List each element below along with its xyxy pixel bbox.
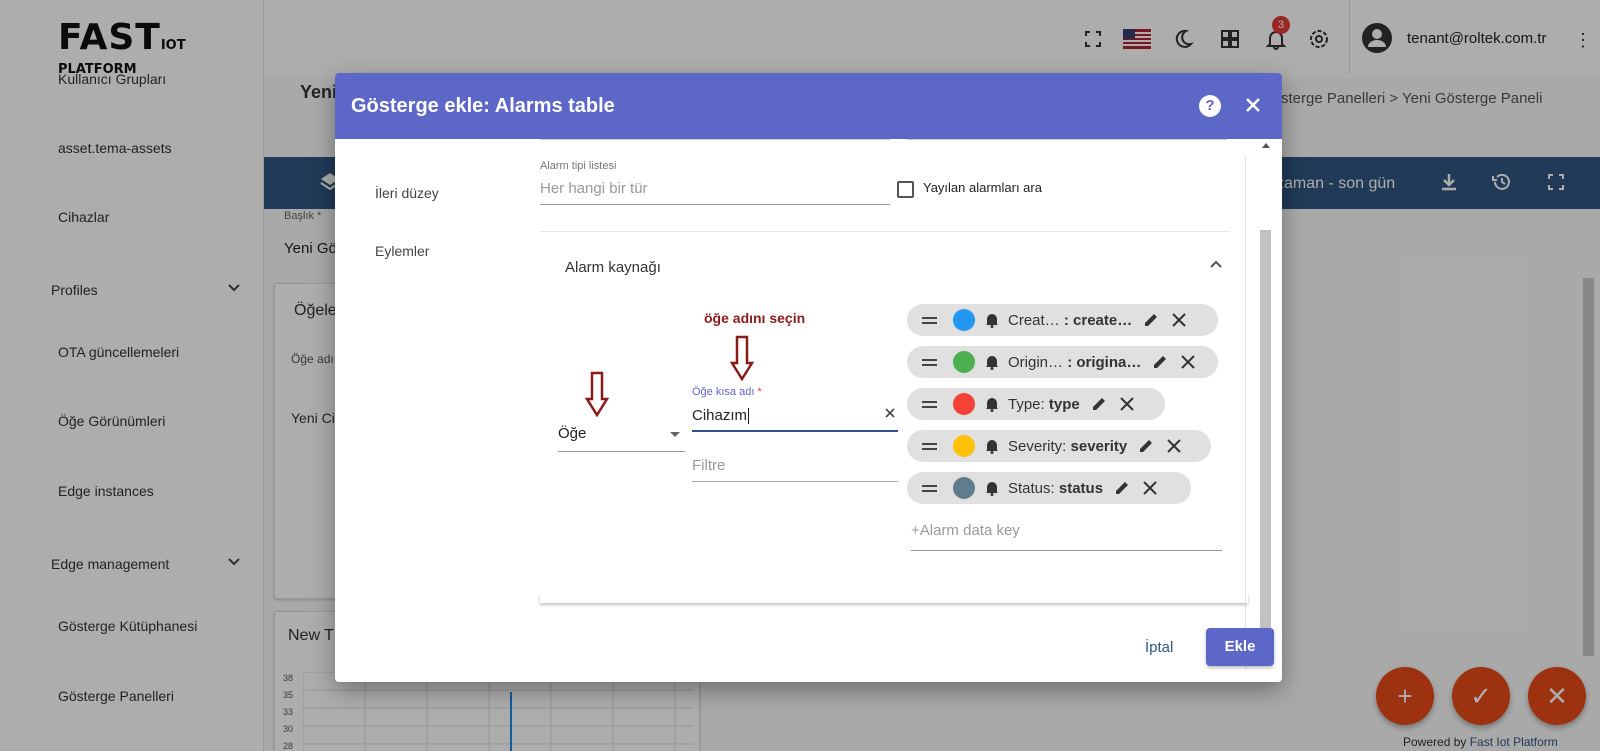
search-propagated-label[interactable]: Yayılan alarmları ara bbox=[923, 180, 1042, 195]
alarm-type-list-label: Alarm tipi listesi bbox=[540, 160, 617, 172]
data-key-chip[interactable]: Origin… : origina… bbox=[907, 346, 1218, 378]
add-widget-dialog: Gösterge ekle: Alarms table ? İleri düze… bbox=[335, 73, 1282, 682]
alarm-bell-icon bbox=[986, 440, 998, 454]
color-dot[interactable] bbox=[953, 477, 975, 499]
drag-handle-icon[interactable] bbox=[922, 400, 940, 408]
edit-icon[interactable] bbox=[1113, 479, 1131, 497]
filter-underline bbox=[692, 481, 898, 482]
add-key-underline bbox=[911, 550, 1222, 551]
data-key-name: Origin… bbox=[1008, 353, 1064, 371]
scrollbar-track[interactable] bbox=[1245, 157, 1246, 669]
data-key-name: Creat… bbox=[1008, 311, 1060, 329]
alarm-type-underline bbox=[540, 204, 890, 205]
data-key-value: type bbox=[1048, 395, 1080, 413]
remove-icon[interactable] bbox=[1118, 395, 1136, 413]
color-dot[interactable] bbox=[953, 435, 975, 457]
filter-input[interactable]: Filtre bbox=[692, 457, 725, 474]
clear-icon[interactable] bbox=[883, 406, 897, 420]
data-key-value: severity bbox=[1070, 437, 1128, 455]
data-key-chip[interactable]: Type: type bbox=[907, 388, 1165, 420]
divider bbox=[907, 139, 1227, 140]
alarm-type-input[interactable]: Her hangi bir tür bbox=[540, 180, 648, 197]
data-key-label: Origin… : origina… bbox=[1008, 354, 1141, 371]
color-dot[interactable] bbox=[953, 351, 975, 373]
entity-type-select[interactable]: Öğe bbox=[558, 425, 586, 442]
remove-icon[interactable] bbox=[1141, 479, 1159, 497]
help-icon[interactable]: ? bbox=[1199, 95, 1221, 117]
drag-handle-icon[interactable] bbox=[922, 358, 940, 366]
dialog-nav-actions[interactable]: Eylemler bbox=[375, 243, 429, 259]
data-key-chip[interactable]: Severity: severity bbox=[907, 430, 1211, 462]
required-marker: * bbox=[757, 386, 762, 398]
chevron-up-icon[interactable] bbox=[1207, 255, 1225, 273]
annotation-text: öğe adını seçin bbox=[704, 310, 806, 326]
scroll-up-arrow-icon[interactable] bbox=[1262, 143, 1270, 148]
entity-alias-input[interactable]: Cihazım bbox=[692, 407, 750, 425]
color-dot[interactable] bbox=[953, 393, 975, 415]
close-icon[interactable] bbox=[1241, 93, 1265, 117]
annotation-arrow-icon bbox=[585, 371, 609, 417]
entity-alias-label-text: Öğe kısa adı bbox=[692, 386, 755, 398]
entity-type-underline bbox=[558, 451, 685, 452]
divider bbox=[540, 231, 1230, 232]
annotation-arrow-icon bbox=[730, 335, 754, 381]
edit-icon[interactable] bbox=[1151, 353, 1169, 371]
dropdown-arrow-icon[interactable] bbox=[670, 432, 680, 437]
search-propagated-checkbox[interactable] bbox=[897, 181, 914, 198]
data-key-label: Severity: severity bbox=[1008, 438, 1127, 455]
data-key-name: Severity: bbox=[1008, 437, 1067, 455]
data-key-chip[interactable]: Status: status bbox=[907, 472, 1191, 504]
data-key-name: Type: bbox=[1008, 395, 1045, 413]
data-key-label: Status: status bbox=[1008, 480, 1103, 497]
cancel-button[interactable]: İptal bbox=[1145, 639, 1173, 656]
color-dot[interactable] bbox=[953, 309, 975, 331]
alarm-bell-icon bbox=[986, 398, 998, 412]
alarm-bell-icon bbox=[986, 314, 998, 328]
text-caret bbox=[748, 408, 750, 425]
scrollbar-thumb[interactable] bbox=[1260, 230, 1271, 654]
data-key-chip[interactable]: Creat… : create… bbox=[907, 304, 1218, 336]
remove-icon[interactable] bbox=[1170, 311, 1188, 329]
add-button[interactable]: Ekle bbox=[1206, 628, 1274, 666]
dialog-title: Gösterge ekle: Alarms table bbox=[351, 95, 615, 117]
data-key-value: status bbox=[1058, 479, 1104, 497]
entity-alias-label: Öğe kısa adı * bbox=[692, 386, 762, 398]
dialog-header: Gösterge ekle: Alarms table ? bbox=[335, 73, 1282, 139]
data-key-label: Type: type bbox=[1008, 396, 1080, 413]
alarm-source-title[interactable]: Alarm kaynağı bbox=[565, 259, 661, 276]
entity-alias-value: Cihazım bbox=[692, 407, 748, 424]
edit-icon[interactable] bbox=[1137, 437, 1155, 455]
data-key-name: Status: bbox=[1008, 479, 1055, 497]
edit-icon[interactable] bbox=[1142, 311, 1160, 329]
data-key-value: : create… bbox=[1063, 311, 1133, 329]
remove-icon[interactable] bbox=[1179, 353, 1197, 371]
entity-alias-underline bbox=[692, 430, 898, 432]
alarm-source-panel-shadow bbox=[540, 593, 1248, 603]
edit-icon[interactable] bbox=[1090, 395, 1108, 413]
dialog-nav-advanced[interactable]: İleri düzey bbox=[375, 185, 439, 201]
data-key-label: Creat… : create… bbox=[1008, 312, 1132, 329]
add-alarm-data-key-input[interactable]: +Alarm data key bbox=[911, 522, 1020, 539]
drag-handle-icon[interactable] bbox=[922, 442, 940, 450]
divider bbox=[540, 139, 890, 140]
drag-handle-icon[interactable] bbox=[922, 484, 940, 492]
alarm-bell-icon bbox=[986, 482, 998, 496]
remove-icon[interactable] bbox=[1165, 437, 1183, 455]
alarm-bell-icon bbox=[986, 356, 998, 370]
data-key-value: : origina… bbox=[1067, 353, 1142, 371]
drag-handle-icon[interactable] bbox=[922, 316, 940, 324]
